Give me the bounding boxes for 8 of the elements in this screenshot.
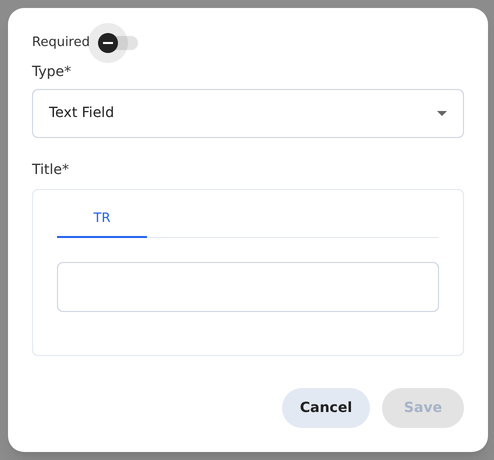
language-tab[interactable]: TR — [57, 202, 147, 238]
title-input[interactable] — [57, 262, 439, 312]
title-label: Title* — [32, 161, 70, 180]
type-label: Type* — [32, 63, 72, 82]
cancel-button[interactable]: Cancel — [282, 388, 370, 428]
required-label: Required — [32, 34, 90, 52]
caret-icon — [437, 111, 447, 116]
type-select[interactable]: Text Field — [32, 89, 464, 138]
